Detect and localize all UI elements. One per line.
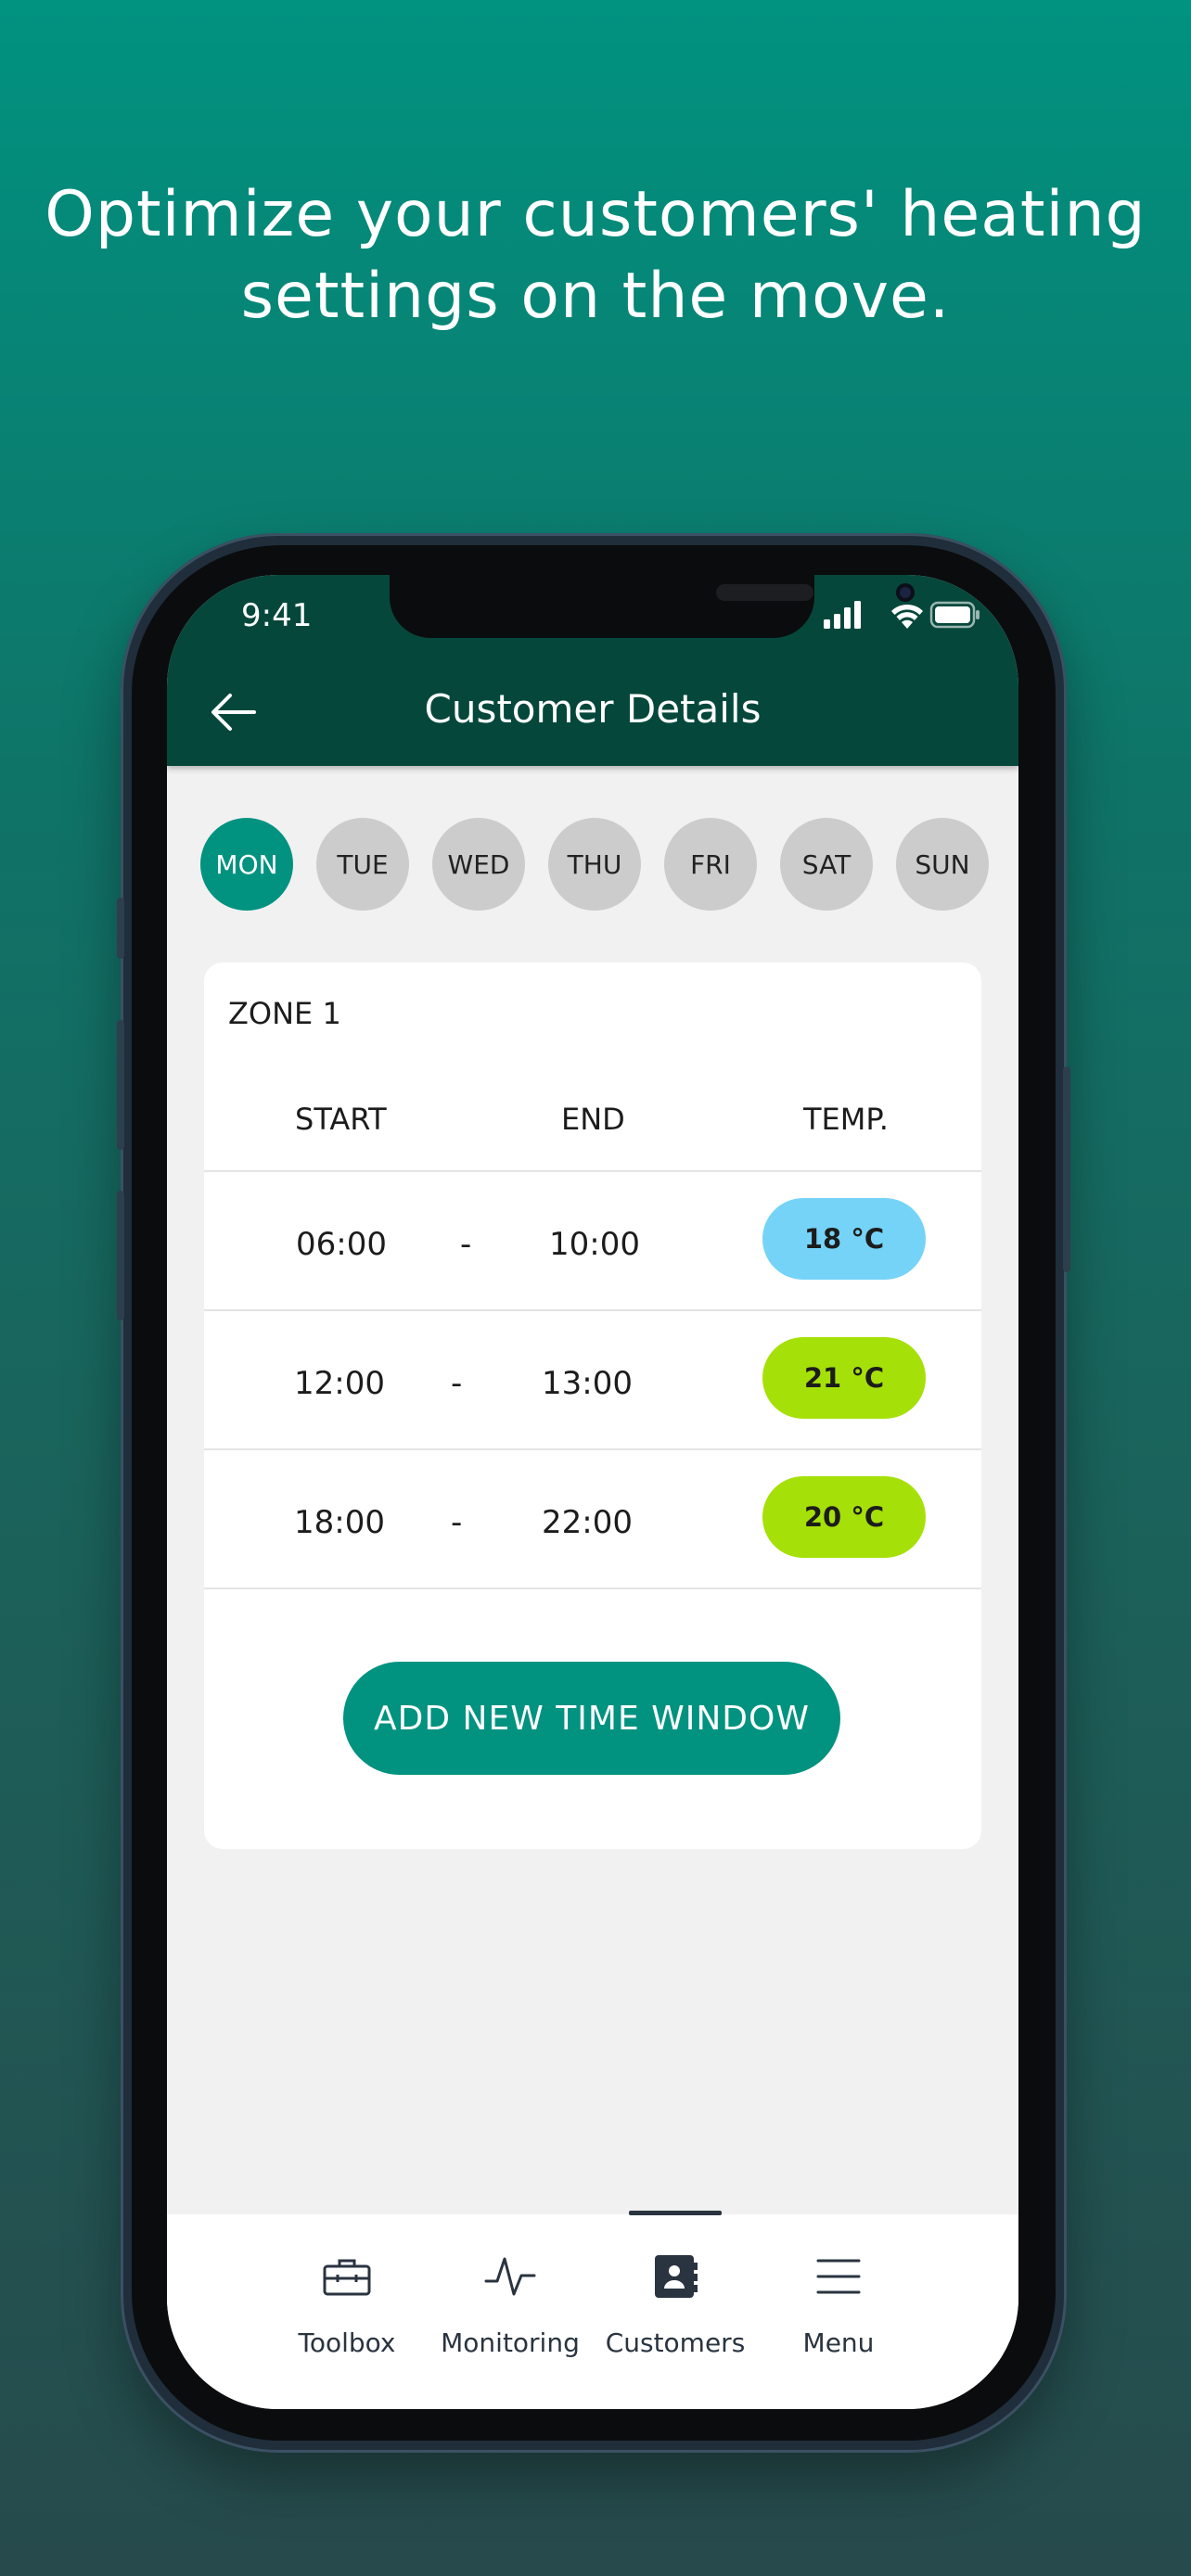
menu-icon (816, 2259, 861, 2294)
divider (204, 1170, 981, 1172)
day-sat[interactable]: SAT (780, 818, 873, 911)
page-title: Customer Details (424, 686, 762, 732)
row-1-separator: - (460, 1226, 472, 1263)
monitoring-icon (484, 2257, 536, 2296)
nav-menu[interactable]: Menu (764, 2253, 913, 2365)
row-2-temp-pill[interactable]: 21 °C (762, 1337, 926, 1419)
nav-toolbox-label: Toolbox (298, 2327, 396, 2358)
add-time-window-button[interactable]: ADD NEW TIME WINDOW (343, 1662, 840, 1775)
status-time: 9:41 (241, 597, 313, 634)
volume-up-button (117, 1020, 124, 1150)
row-3-start[interactable]: 18:00 (294, 1504, 385, 1541)
nav-monitoring-label: Monitoring (441, 2327, 580, 2358)
row-3-temp-pill[interactable]: 20 °C (762, 1476, 926, 1558)
nav-menu-label: Menu (802, 2327, 875, 2358)
battery-icon (929, 601, 980, 629)
nav-customers[interactable]: Customers (601, 2253, 749, 2365)
headline-line-2: settings on the move. (240, 260, 951, 333)
volume-down-button (117, 1191, 124, 1320)
day-thu[interactable]: THU (548, 818, 641, 911)
customers-icon (655, 2255, 698, 2298)
active-tab-indicator (629, 2211, 722, 2215)
speaker (716, 584, 813, 601)
divider (204, 1448, 981, 1450)
notch (390, 575, 915, 638)
nav-toolbox[interactable]: Toolbox (273, 2253, 421, 2365)
day-selector: MON TUE WED THU FRI SAT SUN (200, 818, 991, 911)
phone-screen: 9:41 Customer Details MON TUE WED THU FR… (167, 575, 1018, 2409)
row-3-separator: - (451, 1504, 463, 1541)
silent-switch (117, 898, 124, 959)
row-1-end[interactable]: 10:00 (549, 1226, 640, 1263)
day-sun[interactable]: SUN (896, 818, 989, 911)
headline-line-1: Optimize your customers' heating (45, 178, 1146, 251)
column-start: START (295, 1102, 387, 1137)
row-2-separator: - (451, 1365, 463, 1402)
zone-card: ZONE 1 START END TEMP. 06:00 - 10:00 18 … (204, 963, 981, 1849)
row-2-start[interactable]: 12:00 (294, 1365, 385, 1402)
signal-icon (824, 601, 861, 629)
day-fri[interactable]: FRI (664, 818, 757, 911)
status-icons (824, 601, 980, 629)
row-1-start[interactable]: 06:00 (296, 1226, 387, 1263)
divider (204, 1309, 981, 1311)
row-3-end[interactable]: 22:00 (542, 1504, 633, 1541)
day-wed[interactable]: WED (432, 818, 525, 911)
divider (204, 1588, 981, 1589)
row-1-temp-pill[interactable]: 18 °C (762, 1198, 926, 1280)
power-button (1063, 1066, 1070, 1272)
nav-monitoring[interactable]: Monitoring (436, 2253, 584, 2365)
column-temp: TEMP. (803, 1102, 889, 1137)
nav-customers-label: Customers (605, 2327, 746, 2358)
day-mon[interactable]: MON (200, 818, 293, 911)
headline: Optimize your customers' heating setting… (0, 174, 1191, 338)
row-2-end[interactable]: 13:00 (542, 1365, 633, 1402)
wifi-icon (891, 604, 923, 629)
zone-title: ZONE 1 (228, 996, 341, 1031)
day-tue[interactable]: TUE (316, 818, 409, 911)
bottom-nav: Toolbox Monitoring Customers Menu (167, 2211, 1018, 2409)
toolbox-icon (323, 2259, 371, 2296)
app-bar: 9:41 Customer Details (167, 575, 1018, 766)
column-end: END (561, 1102, 625, 1137)
